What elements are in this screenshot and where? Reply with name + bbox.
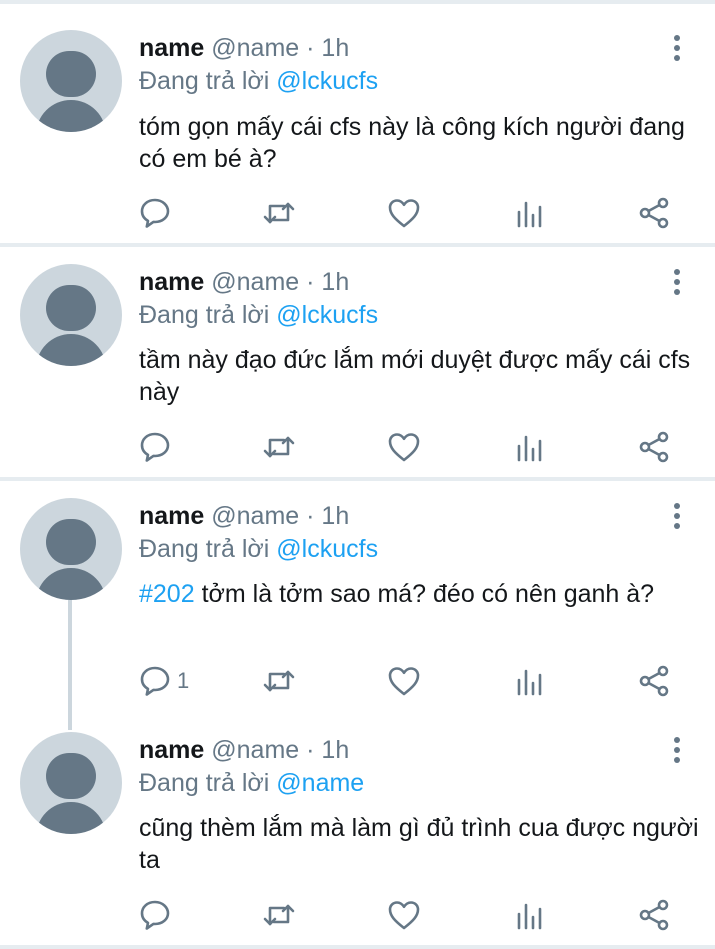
avatar[interactable] xyxy=(20,498,122,600)
display-name[interactable]: name xyxy=(139,502,204,530)
tweet-text: tóm gọn mấy cái cfs này là công kích ngư… xyxy=(139,111,699,175)
retweet-button[interactable] xyxy=(261,193,297,233)
share-icon xyxy=(636,897,672,933)
reply-icon xyxy=(137,897,173,933)
tweet-text-body: tầm này đạo đức lắm mới duyệt được mấy c… xyxy=(139,346,691,406)
share-button[interactable] xyxy=(636,661,672,701)
handle[interactable]: @name xyxy=(211,736,299,764)
divider xyxy=(0,945,715,949)
stats-button[interactable] xyxy=(512,895,548,935)
retweet-icon xyxy=(261,195,297,231)
tweet[interactable]: name @name · 1h Đang trả lời @name cũng … xyxy=(0,715,715,947)
stats-button[interactable] xyxy=(512,427,548,467)
reply-icon xyxy=(137,195,173,231)
reply-count: 1 xyxy=(177,668,190,693)
handle[interactable]: @name xyxy=(211,34,299,62)
share-button[interactable] xyxy=(636,895,672,935)
more-options-icon[interactable] xyxy=(668,735,686,765)
handle[interactable]: @name xyxy=(211,268,299,296)
reply-context: Đang trả lời @lckucfs xyxy=(139,534,378,564)
tweet[interactable]: name @name · 1h Đang trả lời @lckucfs tầ… xyxy=(0,247,715,480)
separator-dot: · xyxy=(306,736,315,764)
stats-button[interactable] xyxy=(512,661,548,701)
like-icon xyxy=(386,429,422,465)
reply-icon xyxy=(137,663,173,699)
reply-context: Đang trả lời @lckucfs xyxy=(139,66,378,96)
reply-context: Đang trả lời @name xyxy=(139,768,364,798)
tweet-header: name @name · 1h xyxy=(139,735,349,765)
tweet[interactable]: name @name · 1h Đang trả lời @lckucfs tó… xyxy=(0,0,715,245)
share-button[interactable] xyxy=(636,193,672,233)
like-button[interactable] xyxy=(386,427,422,467)
display-name[interactable]: name xyxy=(139,736,204,764)
action-bar xyxy=(0,193,715,233)
retweet-icon xyxy=(261,663,297,699)
retweet-button[interactable] xyxy=(261,661,297,701)
tweet-header: name @name · 1h xyxy=(139,33,349,63)
share-icon xyxy=(636,663,672,699)
reply-prefix: Đang trả lời xyxy=(139,769,270,797)
share-icon xyxy=(636,429,672,465)
display-name[interactable]: name xyxy=(139,268,204,296)
more-options-icon[interactable] xyxy=(668,501,686,531)
separator-dot: · xyxy=(306,34,315,62)
stats-icon xyxy=(512,897,548,933)
share-button[interactable] xyxy=(636,427,672,467)
like-icon xyxy=(386,663,422,699)
avatar[interactable] xyxy=(20,264,122,366)
tweet-header: name @name · 1h xyxy=(139,501,349,531)
reply-prefix: Đang trả lời xyxy=(139,67,270,95)
action-bar xyxy=(0,427,715,467)
tweet-text-body: tởm là tởm sao má? đéo có nên ganh à? xyxy=(194,580,655,608)
timestamp[interactable]: 1h xyxy=(321,268,349,296)
stats-icon xyxy=(512,429,548,465)
reply-mention-link[interactable]: @lckucfs xyxy=(276,535,378,563)
action-bar: 1 xyxy=(0,661,715,701)
tweet[interactable]: name @name · 1h Đang trả lời @lckucfs #2… xyxy=(0,481,715,717)
stats-icon xyxy=(512,195,548,231)
timestamp[interactable]: 1h xyxy=(321,502,349,530)
stats-button[interactable] xyxy=(512,193,548,233)
reply-mention-link[interactable]: @name xyxy=(276,769,364,797)
timestamp[interactable]: 1h xyxy=(321,34,349,62)
retweet-button[interactable] xyxy=(261,427,297,467)
reply-prefix: Đang trả lời xyxy=(139,301,270,329)
more-options-icon[interactable] xyxy=(668,267,686,297)
like-icon xyxy=(386,897,422,933)
retweet-icon xyxy=(261,897,297,933)
reply-button[interactable] xyxy=(137,427,177,467)
reply-mention-link[interactable]: @lckucfs xyxy=(276,301,378,329)
tweet-text: tầm này đạo đức lắm mới duyệt được mấy c… xyxy=(139,344,699,408)
stats-icon xyxy=(512,663,548,699)
separator-dot: · xyxy=(306,268,315,296)
retweet-icon xyxy=(261,429,297,465)
reply-mention-link[interactable]: @lckucfs xyxy=(276,67,378,95)
handle[interactable]: @name xyxy=(211,502,299,530)
avatar[interactable] xyxy=(20,30,122,132)
retweet-button[interactable] xyxy=(261,895,297,935)
tweet-text-body: tóm gọn mấy cái cfs này là công kích ngư… xyxy=(139,113,685,173)
display-name[interactable]: name xyxy=(139,34,204,62)
hashtag-link[interactable]: #202 xyxy=(139,580,195,608)
like-icon xyxy=(386,195,422,231)
reply-button[interactable]: 1 xyxy=(137,661,189,701)
tweet-header: name @name · 1h xyxy=(139,267,349,297)
share-icon xyxy=(636,195,672,231)
like-button[interactable] xyxy=(386,661,422,701)
like-button[interactable] xyxy=(386,895,422,935)
like-button[interactable] xyxy=(386,193,422,233)
timestamp[interactable]: 1h xyxy=(321,736,349,764)
reply-button[interactable] xyxy=(137,895,177,935)
tweet-text: #202 tởm là tởm sao má? đéo có nên ganh … xyxy=(139,578,699,610)
reply-prefix: Đang trả lời xyxy=(139,535,270,563)
avatar[interactable] xyxy=(20,732,122,834)
tweet-text-body: cũng thèm lắm mà làm gì đủ trình cua đượ… xyxy=(139,814,699,874)
separator-dot: · xyxy=(306,502,315,530)
action-bar xyxy=(0,895,715,935)
reply-button[interactable] xyxy=(137,193,177,233)
tweet-text: cũng thèm lắm mà làm gì đủ trình cua đượ… xyxy=(139,812,699,876)
more-options-icon[interactable] xyxy=(668,33,686,63)
reply-icon xyxy=(137,429,173,465)
reply-context: Đang trả lời @lckucfs xyxy=(139,300,378,330)
